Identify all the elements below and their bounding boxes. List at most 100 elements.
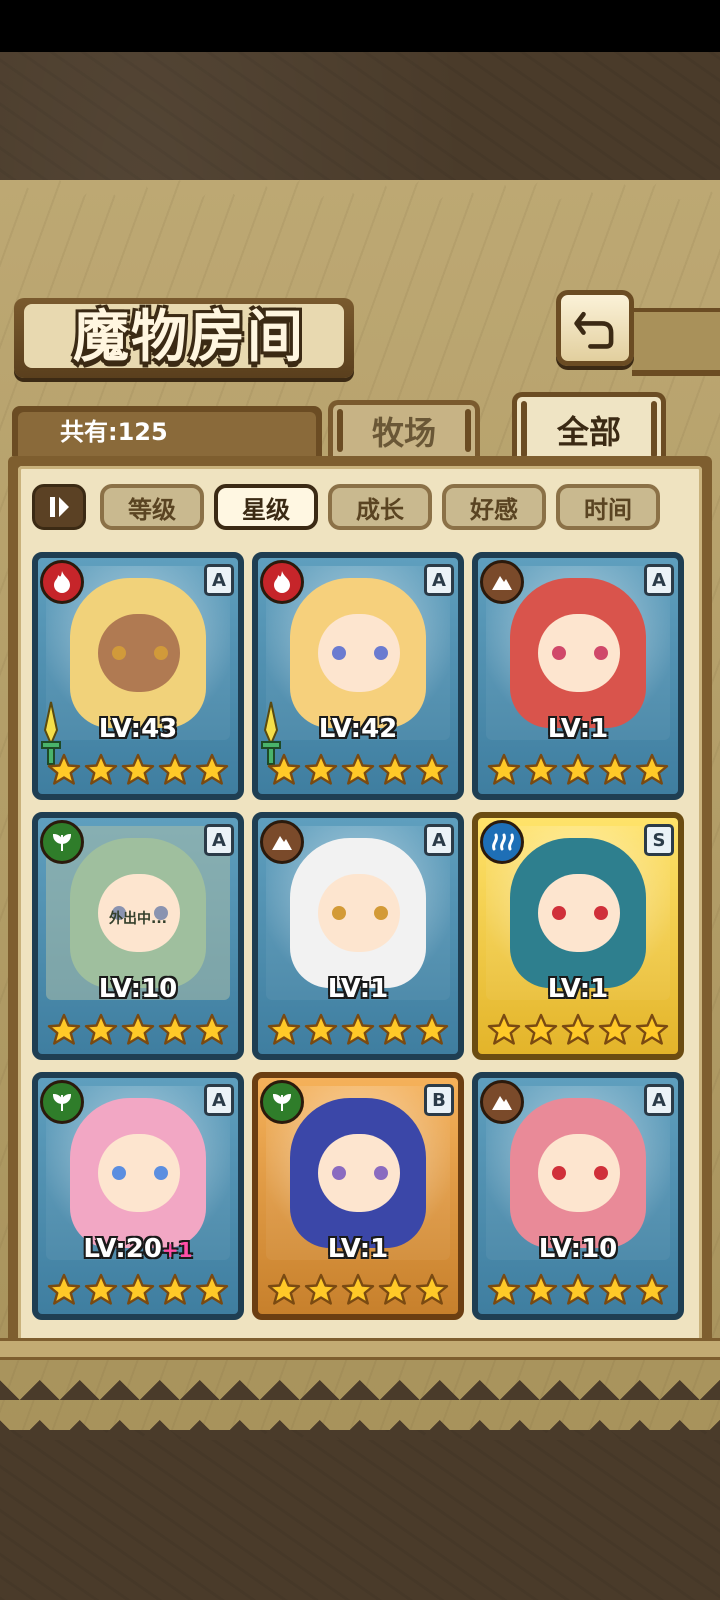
sort-time-label: 时间 [584,495,632,524]
star-icon [194,752,230,788]
star-icon [560,752,596,788]
rank-badge: A [644,1084,674,1116]
back-button[interactable] [556,290,634,366]
star-icon [46,1272,82,1308]
level-label: LV:20+1 [32,1234,244,1264]
monster-eyes [110,646,170,660]
star-icon [523,1272,559,1308]
monster-card[interactable]: A LV:1 [252,812,464,1060]
star-icon [414,752,450,788]
star-icon [597,1012,633,1048]
star-icon [560,1272,596,1308]
star-icon [340,752,376,788]
star-icon [414,1012,450,1048]
element-wood-icon [40,820,84,864]
star-icon [634,1272,670,1308]
monster-card[interactable]: A LV:42 [252,552,464,800]
star-icon [303,1272,339,1308]
level-value: LV:1 [327,1234,389,1264]
sort-growth-button[interactable]: 成长 [328,484,432,530]
sort-stars-button[interactable]: 星级 [214,484,318,530]
tab-all[interactable]: 全部 [512,392,666,462]
rank-badge: A [204,564,234,596]
back-rail [632,308,720,376]
level-value: LV:20 [83,1234,162,1264]
star-icon [414,1272,450,1308]
monster-card[interactable]: S LV:1 [472,812,684,1060]
sort-order-button[interactable] [32,484,86,530]
star-icon [46,752,82,788]
monster-eyes [550,646,610,660]
page-title: 魔物房间 [73,305,305,370]
sort-level-button[interactable]: 等级 [100,484,204,530]
sort-stars-label: 星级 [242,495,290,524]
level-label: LV:1 [252,1234,464,1264]
sort-affinity-label: 好感 [470,495,518,524]
star-rating [46,1272,230,1308]
level-value: LV:10 [98,974,178,1004]
level-value: LV:1 [327,974,389,1004]
star-icon [303,1012,339,1048]
star-icon [157,1272,193,1308]
element-fire-icon [260,560,304,604]
element-earth-icon [480,560,524,604]
star-rating [266,1012,450,1048]
level-label: LV:1 [472,974,684,1004]
level-label: LV:43 [32,714,244,744]
sort-growth-label: 成长 [356,495,404,524]
monster-eyes [110,1166,170,1180]
star-icon [597,752,633,788]
monster-eyes [550,906,610,920]
level-label: LV:10 [32,974,244,1004]
monster-card[interactable]: B LV:1 [252,1072,464,1320]
rank-badge: A [424,564,454,596]
star-icon [377,1012,413,1048]
rank-badge: B [424,1084,454,1116]
element-water-icon [480,820,524,864]
star-icon [377,752,413,788]
star-icon [120,752,156,788]
star-icon [523,1012,559,1048]
star-rating [46,752,230,788]
element-earth-icon [480,1080,524,1124]
star-icon [46,1012,82,1048]
star-icon [120,1272,156,1308]
star-icon [266,1272,302,1308]
back-arrow-icon [574,311,614,349]
monster-card[interactable]: A LV:20+1 [32,1072,244,1320]
star-icon [486,752,522,788]
sort-affinity-button[interactable]: 好感 [442,484,546,530]
monster-eyes [330,906,390,920]
star-icon [194,1012,230,1048]
level-value: LV:42 [318,714,398,744]
star-rating [46,1012,230,1048]
star-icon [120,1012,156,1048]
star-icon [377,1272,413,1308]
star-icon [634,752,670,788]
rank-badge: S [644,824,674,856]
level-label: LV:42 [252,714,464,744]
level-label: LV:1 [472,714,684,744]
element-wood-icon [40,1080,84,1124]
away-status: 外出中... [109,911,167,927]
monster-card[interactable]: A 外出中... LV:10 [32,812,244,1060]
star-icon [523,752,559,788]
monster-card[interactable]: A LV:10 [472,1072,684,1320]
element-wood-icon [260,1080,304,1124]
level-value: LV:43 [98,714,178,744]
level-label: LV:10 [472,1234,684,1264]
star-rating [266,1272,450,1308]
tab-ranch[interactable]: 牧场 [328,400,480,456]
level-value: LV:1 [547,714,609,744]
star-icon [303,752,339,788]
star-rating [266,752,450,788]
level-label: LV:1 [252,974,464,1004]
sort-time-button[interactable]: 时间 [556,484,660,530]
tab-ranch-label: 牧场 [371,413,436,452]
star-rating [486,752,670,788]
monster-card[interactable]: A LV:43 [32,552,244,800]
monster-card[interactable]: A LV:1 [472,552,684,800]
star-icon [83,752,119,788]
tab-all-label: 全部 [556,412,621,451]
monster-eyes [330,1166,390,1180]
